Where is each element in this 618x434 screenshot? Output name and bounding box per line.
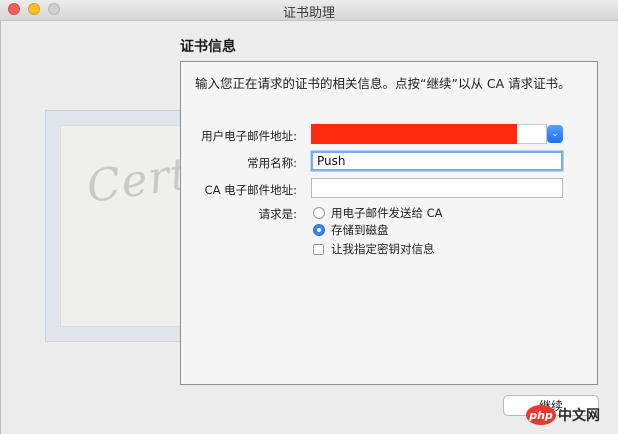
email-label: 用户电子邮件地址:: [201, 129, 297, 143]
specify-key-pair-checkbox[interactable]: 让我指定密钥对信息: [313, 241, 435, 257]
certificate-info-panel: 输入您正在请求的证书的相关信息。点按“继续”以从 CA 请求证书。 用户电子邮件…: [180, 61, 598, 385]
checkbox-label: 让我指定密钥对信息: [331, 242, 435, 256]
window-title: 证书助理: [282, 6, 335, 21]
chevron-down-icon[interactable]: ⌄: [547, 125, 563, 143]
watermark-text: 中文网: [558, 408, 600, 424]
request-label: 请求是:: [258, 207, 297, 221]
radio-email-to-ca[interactable]: 用电子邮件发送给 CA: [313, 205, 443, 221]
email-field[interactable]: [517, 124, 547, 144]
section-title: 证书信息: [180, 39, 236, 55]
ca-email-label: CA 电子邮件地址:: [204, 183, 297, 197]
intro-text: 输入您正在请求的证书的相关信息。点按“继续”以从 CA 请求证书。: [195, 76, 571, 91]
site-watermark: php 中文网: [526, 402, 610, 428]
radio-save-to-disk[interactable]: 存储到磁盘: [313, 222, 389, 238]
redacted-email-value[interactable]: [311, 124, 517, 144]
radio-label: 存储到磁盘: [331, 223, 389, 237]
checkbox[interactable]: [313, 243, 324, 255]
common-name-label: 常用名称:: [247, 156, 297, 170]
radio-button[interactable]: [313, 207, 325, 219]
email-combobox[interactable]: ⌄: [311, 124, 563, 144]
radio-label: 用电子邮件发送给 CA: [331, 206, 443, 220]
radio-button-selected[interactable]: [313, 224, 325, 236]
ca-email-input[interactable]: [311, 178, 563, 198]
common-name-input[interactable]: [311, 151, 563, 171]
title-bar: 证书助理: [0, 0, 618, 21]
window-edge: [0, 21, 1, 434]
php-logo-icon: php: [526, 405, 556, 425]
